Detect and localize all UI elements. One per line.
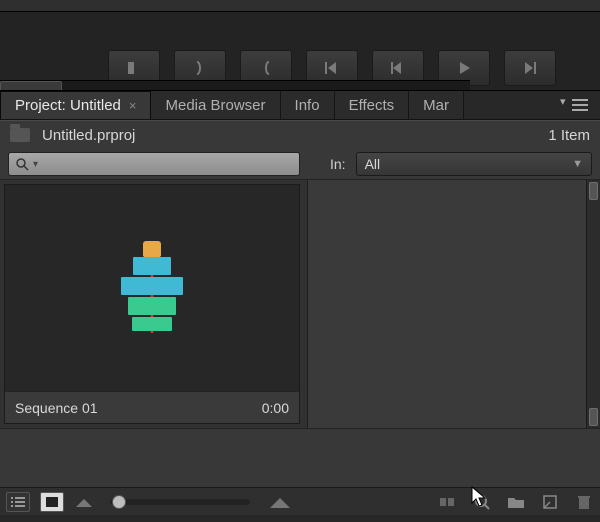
icon-view-button[interactable] bbox=[40, 492, 64, 512]
step-forward-button[interactable] bbox=[504, 50, 556, 86]
sequence-icon bbox=[112, 243, 192, 333]
delete-button[interactable] bbox=[574, 493, 594, 511]
tab-markers[interactable]: Mar bbox=[409, 91, 464, 119]
monitor-scrollbar[interactable] bbox=[0, 80, 470, 90]
sequence-thumbnail bbox=[5, 185, 299, 391]
filter-in-label: In: bbox=[330, 156, 346, 172]
tab-info[interactable]: Info bbox=[281, 91, 335, 119]
new-bin-button[interactable] bbox=[506, 493, 526, 511]
tab-info-label: Info bbox=[295, 97, 320, 114]
tab-effects[interactable]: Effects bbox=[335, 91, 410, 119]
tab-effects-label: Effects bbox=[349, 97, 395, 114]
scrollbar[interactable] bbox=[586, 180, 600, 428]
automate-to-sequence-button[interactable] bbox=[438, 493, 458, 511]
close-icon[interactable]: × bbox=[129, 98, 137, 113]
bin-icon bbox=[10, 128, 30, 142]
search-field[interactable] bbox=[42, 157, 293, 172]
list-view-button[interactable] bbox=[6, 492, 30, 512]
project-items-area[interactable]: Sequence 01 0:00 bbox=[0, 180, 308, 428]
thumbnail-zoom-slider[interactable] bbox=[110, 499, 250, 505]
search-input[interactable]: ▾ bbox=[8, 152, 300, 176]
tab-project-label: Project: Untitled bbox=[15, 97, 121, 114]
tab-project[interactable]: Project: Untitled × bbox=[0, 91, 151, 119]
tab-media-browser-label: Media Browser bbox=[165, 97, 265, 114]
panel-tabs: Project: Untitled × Media Browser Info E… bbox=[0, 90, 600, 120]
tab-media-browser[interactable]: Media Browser bbox=[151, 91, 280, 119]
project-empty-area[interactable] bbox=[308, 180, 600, 428]
chevron-down-icon: ▾ bbox=[33, 159, 38, 170]
zoom-out-icon bbox=[74, 493, 94, 511]
search-icon bbox=[15, 157, 29, 171]
chevron-down-icon: ▼ bbox=[572, 158, 583, 170]
project-filename: Untitled.prproj bbox=[42, 127, 135, 144]
project-bottom-toolbar bbox=[0, 487, 600, 515]
sort-icon[interactable] bbox=[270, 493, 290, 511]
item-count: 1 Item bbox=[548, 127, 590, 144]
source-monitor-area bbox=[0, 12, 600, 90]
project-item-sequence[interactable]: Sequence 01 0:00 bbox=[4, 184, 300, 424]
panel-menu-button[interactable] bbox=[572, 95, 594, 115]
tab-markers-label: Mar bbox=[423, 97, 449, 114]
clip-name: Sequence 01 bbox=[15, 400, 98, 416]
find-button[interactable] bbox=[472, 493, 492, 511]
new-item-button[interactable] bbox=[540, 493, 560, 511]
slider-knob[interactable] bbox=[112, 495, 126, 509]
filter-in-value: All bbox=[365, 156, 381, 172]
clip-duration: 0:00 bbox=[262, 400, 289, 416]
filter-in-select[interactable]: All ▼ bbox=[356, 152, 592, 176]
